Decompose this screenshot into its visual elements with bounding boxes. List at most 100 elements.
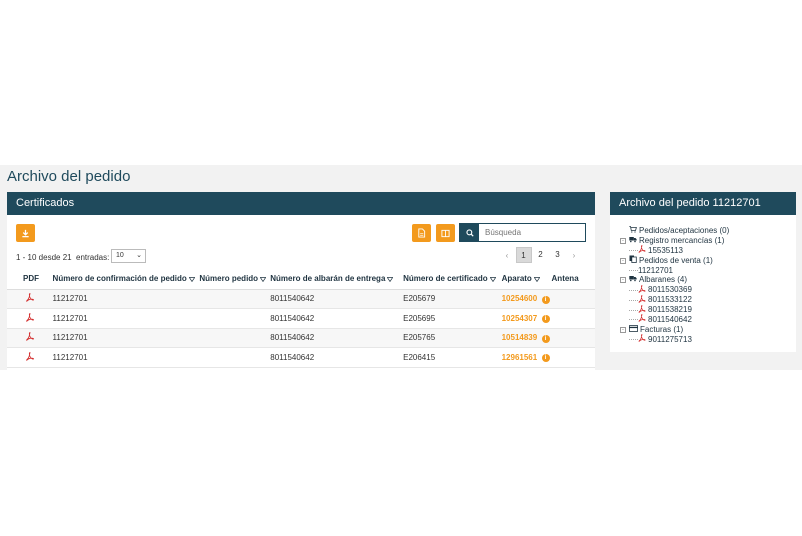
tree-node[interactable]: Pedidos/aceptaciones (0): [620, 226, 729, 236]
filter-icon[interactable]: [489, 276, 496, 282]
table-row: 11212701 8011540642 E205695 10254307 i: [7, 308, 595, 329]
cell-confirmation: 11212701: [52, 347, 200, 368]
pagination: ‹ 1 2 3 ›: [499, 247, 582, 263]
tree-node[interactable]: 8011530369: [620, 284, 729, 295]
tree-node[interactable]: 9011275713: [620, 334, 729, 345]
entries-label: entradas:: [76, 253, 110, 262]
truck-icon: [629, 275, 637, 285]
cell-delivery: 8011540642: [270, 308, 398, 329]
info-icon[interactable]: i: [541, 334, 550, 343]
column-header-confirmation[interactable]: Número de confirmación de pedido: [52, 269, 200, 290]
filter-icon[interactable]: [387, 276, 394, 282]
tree-node[interactable]: 8011540642: [620, 314, 729, 325]
filter-icon[interactable]: [260, 276, 267, 282]
tree-node-label: Pedidos de venta (1): [639, 255, 713, 265]
pdf-icon[interactable]: [26, 332, 34, 341]
download-button[interactable]: [16, 224, 35, 242]
page-button-2[interactable]: 2: [533, 247, 549, 263]
pdf-icon[interactable]: [638, 245, 646, 256]
page-title: Archivo del pedido: [7, 168, 131, 185]
columns-icon: [441, 229, 450, 237]
collapse-toggle-icon[interactable]: -: [620, 257, 626, 264]
cell-delivery: 8011540642: [270, 347, 398, 368]
order-archive-panel-header: Archivo del pedido 11212701: [610, 192, 796, 215]
entries-select[interactable]: 10 ⌄: [111, 249, 146, 263]
tree-node-label: 8011533122: [648, 295, 692, 305]
filter-icon[interactable]: [188, 276, 195, 282]
download-icon: [22, 229, 29, 237]
cell-confirmation: 11212701: [52, 289, 200, 309]
column-header-device[interactable]: Aparato: [495, 269, 542, 290]
truck-icon: [629, 236, 637, 246]
column-header-order[interactable]: Número pedido: [199, 269, 271, 290]
pdf-icon[interactable]: [638, 314, 646, 325]
cart-icon: [629, 226, 637, 236]
pdf-icon[interactable]: [638, 334, 646, 345]
cell-device[interactable]: 12961561: [495, 347, 542, 368]
pdf-icon[interactable]: [26, 312, 34, 322]
cell-certificate: E205765: [397, 328, 496, 348]
info-icon[interactable]: i: [541, 354, 550, 363]
cell-certificate: E205695: [397, 308, 496, 329]
copy-icon: [629, 255, 637, 266]
cell-device[interactable]: 10514839: [495, 328, 542, 348]
tree-node-label: Albaranes (4): [639, 275, 688, 285]
cell-delivery: 8011540642: [270, 328, 398, 348]
tree-node-label: 9011275713: [648, 334, 692, 344]
column-header-pdf[interactable]: PDF: [7, 269, 53, 290]
collapse-toggle-icon[interactable]: -: [620, 326, 626, 333]
next-page-button[interactable]: ›: [566, 251, 582, 260]
tree-node[interactable]: - Albaranes (4): [620, 275, 729, 285]
cell-order: [199, 308, 271, 329]
tree-node-label: 8011540642: [648, 314, 692, 324]
collapse-toggle-icon[interactable]: -: [620, 277, 626, 284]
search-input[interactable]: [479, 224, 585, 241]
record-count: 1 - 10 desde 21: [16, 253, 72, 262]
table-row: 11212701 8011540642 E206415 12961561 i: [7, 347, 595, 368]
tree-node[interactable]: 8011533122: [620, 294, 729, 305]
tree-connector: [629, 299, 638, 301]
pdf-icon[interactable]: [26, 293, 34, 302]
column-header-delivery[interactable]: Número de albarán de entrega: [270, 269, 398, 290]
cell-order: [199, 328, 271, 348]
tree-node[interactable]: - Pedidos de venta (1): [620, 255, 729, 266]
table-header-row: PDF Número de confirmación de pedido Núm…: [7, 269, 595, 290]
pdf-icon[interactable]: [26, 351, 34, 361]
tree-connector: [629, 319, 638, 321]
collapse-toggle-icon[interactable]: -: [620, 237, 626, 244]
tree-node[interactable]: 8011538219: [620, 304, 729, 315]
filter-icon[interactable]: [533, 276, 540, 282]
cell-order: [199, 289, 271, 309]
cell-confirmation: 11212701: [52, 328, 200, 348]
table-row: 11212701 8011540642 E205679 10254600 i: [7, 289, 595, 309]
tree-node-label: 8011530369: [648, 285, 692, 295]
search-box: [459, 223, 586, 242]
columns-button[interactable]: [436, 224, 455, 242]
info-icon[interactable]: i: [541, 295, 550, 304]
certificates-panel: Certificados Búsqueda 1 - 10 desde 21 en…: [7, 192, 595, 370]
cell-delivery: 8011540642: [270, 289, 398, 309]
tree-node[interactable]: - Facturas (1): [620, 325, 729, 335]
prev-page-button[interactable]: ‹: [499, 251, 515, 260]
search-button[interactable]: [460, 224, 479, 241]
table-row: 11212701 8011540642 E205765 10514839 i: [7, 328, 595, 348]
info-icon[interactable]: i: [541, 315, 550, 324]
search-icon: [465, 228, 474, 237]
page-button-1[interactable]: 1: [515, 247, 532, 263]
tree-node[interactable]: 11212701: [620, 266, 729, 276]
cell-device[interactable]: 10254600: [495, 289, 542, 309]
tree-node-label: Facturas (1): [640, 324, 684, 334]
tree-connector: [629, 309, 638, 311]
page-button-3[interactable]: 3: [550, 247, 566, 263]
certificates-toolbar: [7, 215, 595, 247]
export-file-button[interactable]: [412, 224, 431, 242]
tree-connector: [629, 339, 638, 341]
tree-connector: [629, 289, 638, 291]
tree-node[interactable]: - Registro mercancías (1): [620, 236, 729, 246]
column-header-antenna[interactable]: Antena: [541, 269, 595, 290]
certificates-panel-header: Certificados: [7, 192, 595, 215]
cell-device[interactable]: 10254307: [495, 308, 542, 329]
order-archive-tree: Pedidos/aceptaciones (0) - Registro mercan…: [620, 226, 729, 345]
column-header-certificate[interactable]: Número de certificado: [397, 269, 496, 290]
cell-confirmation: 11212701: [52, 308, 200, 329]
